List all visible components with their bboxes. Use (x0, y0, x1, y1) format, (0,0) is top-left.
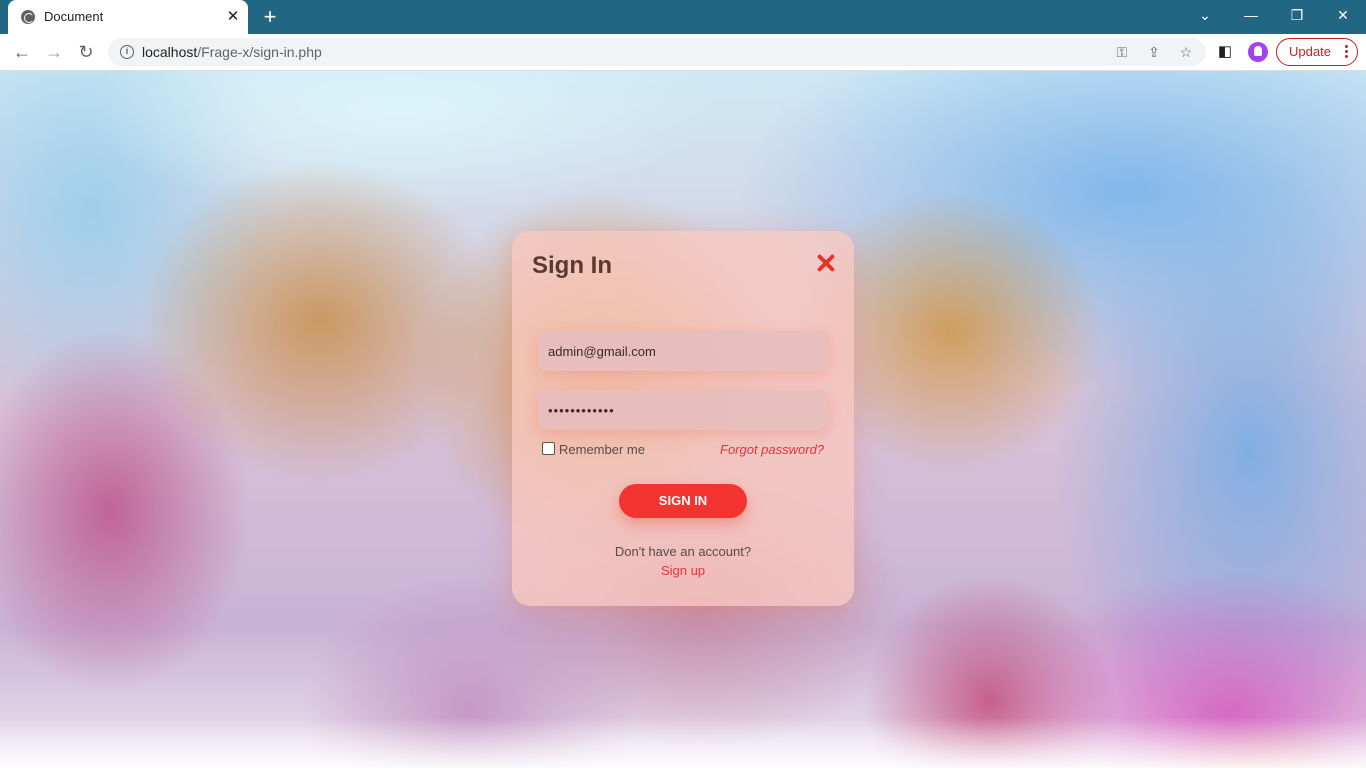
tab-strip: Document ✕ + ⌄ — ❐ ✕ (0, 0, 1366, 34)
forward-button[interactable]: → (42, 40, 66, 64)
modal-title: Sign In (532, 252, 612, 279)
no-account-text: Don't have an account? (614, 544, 752, 559)
profile-avatar[interactable] (1248, 42, 1268, 62)
sign-in-button[interactable]: SIGN IN (619, 484, 747, 518)
url-path: /Frage-x/sign-in.php (197, 44, 322, 60)
forgot-password-link[interactable]: Forgot password? (720, 442, 824, 457)
remember-checkbox[interactable] (542, 442, 555, 455)
new-tab-button[interactable]: + (258, 5, 282, 29)
restore-button[interactable]: ❐ (1274, 0, 1320, 30)
update-label: Update (1289, 44, 1331, 59)
remember-label: Remember me (559, 442, 645, 457)
menu-dots-icon[interactable] (1345, 45, 1349, 59)
password-field[interactable] (538, 390, 828, 430)
address-url[interactable]: localhost/Frage-x/sign-in.php (142, 44, 322, 60)
close-icon[interactable] (814, 252, 838, 276)
browser-toolbar: ← → ↻ i localhost/Frage-x/sign-in.php ⚿ … (0, 34, 1366, 71)
tab-close-icon[interactable]: ✕ (224, 8, 242, 26)
site-info-icon[interactable]: i (120, 45, 134, 59)
side-panel-icon[interactable]: ◧ (1214, 41, 1236, 63)
tab-search-icon[interactable]: ⌄ (1182, 0, 1228, 30)
url-host: localhost (142, 44, 198, 60)
background-fade (0, 718, 1366, 768)
sign-up-link[interactable]: Sign up (512, 563, 854, 578)
page-background: Sign In Remember me Forgot password? SIG… (0, 71, 1366, 768)
globe-icon (21, 10, 35, 24)
browser-tab[interactable]: Document ✕ (8, 0, 248, 34)
back-button[interactable]: ← (10, 40, 34, 64)
key-icon[interactable]: ⚿ (1112, 42, 1132, 62)
tab-title: Document (44, 9, 104, 24)
reload-button[interactable]: ↻ (74, 40, 98, 64)
minimize-button[interactable]: — (1228, 0, 1274, 30)
signin-modal: Sign In Remember me Forgot password? SIG… (512, 231, 854, 606)
email-field[interactable] (538, 331, 828, 371)
star-icon[interactable]: ☆ (1176, 42, 1196, 62)
window-close-button[interactable]: ✕ (1320, 0, 1366, 30)
address-bar[interactable]: i localhost/Frage-x/sign-in.php ⚿ ⇪ ☆ (108, 38, 1206, 66)
update-button[interactable]: Update (1276, 38, 1358, 66)
share-icon[interactable]: ⇪ (1144, 42, 1164, 62)
